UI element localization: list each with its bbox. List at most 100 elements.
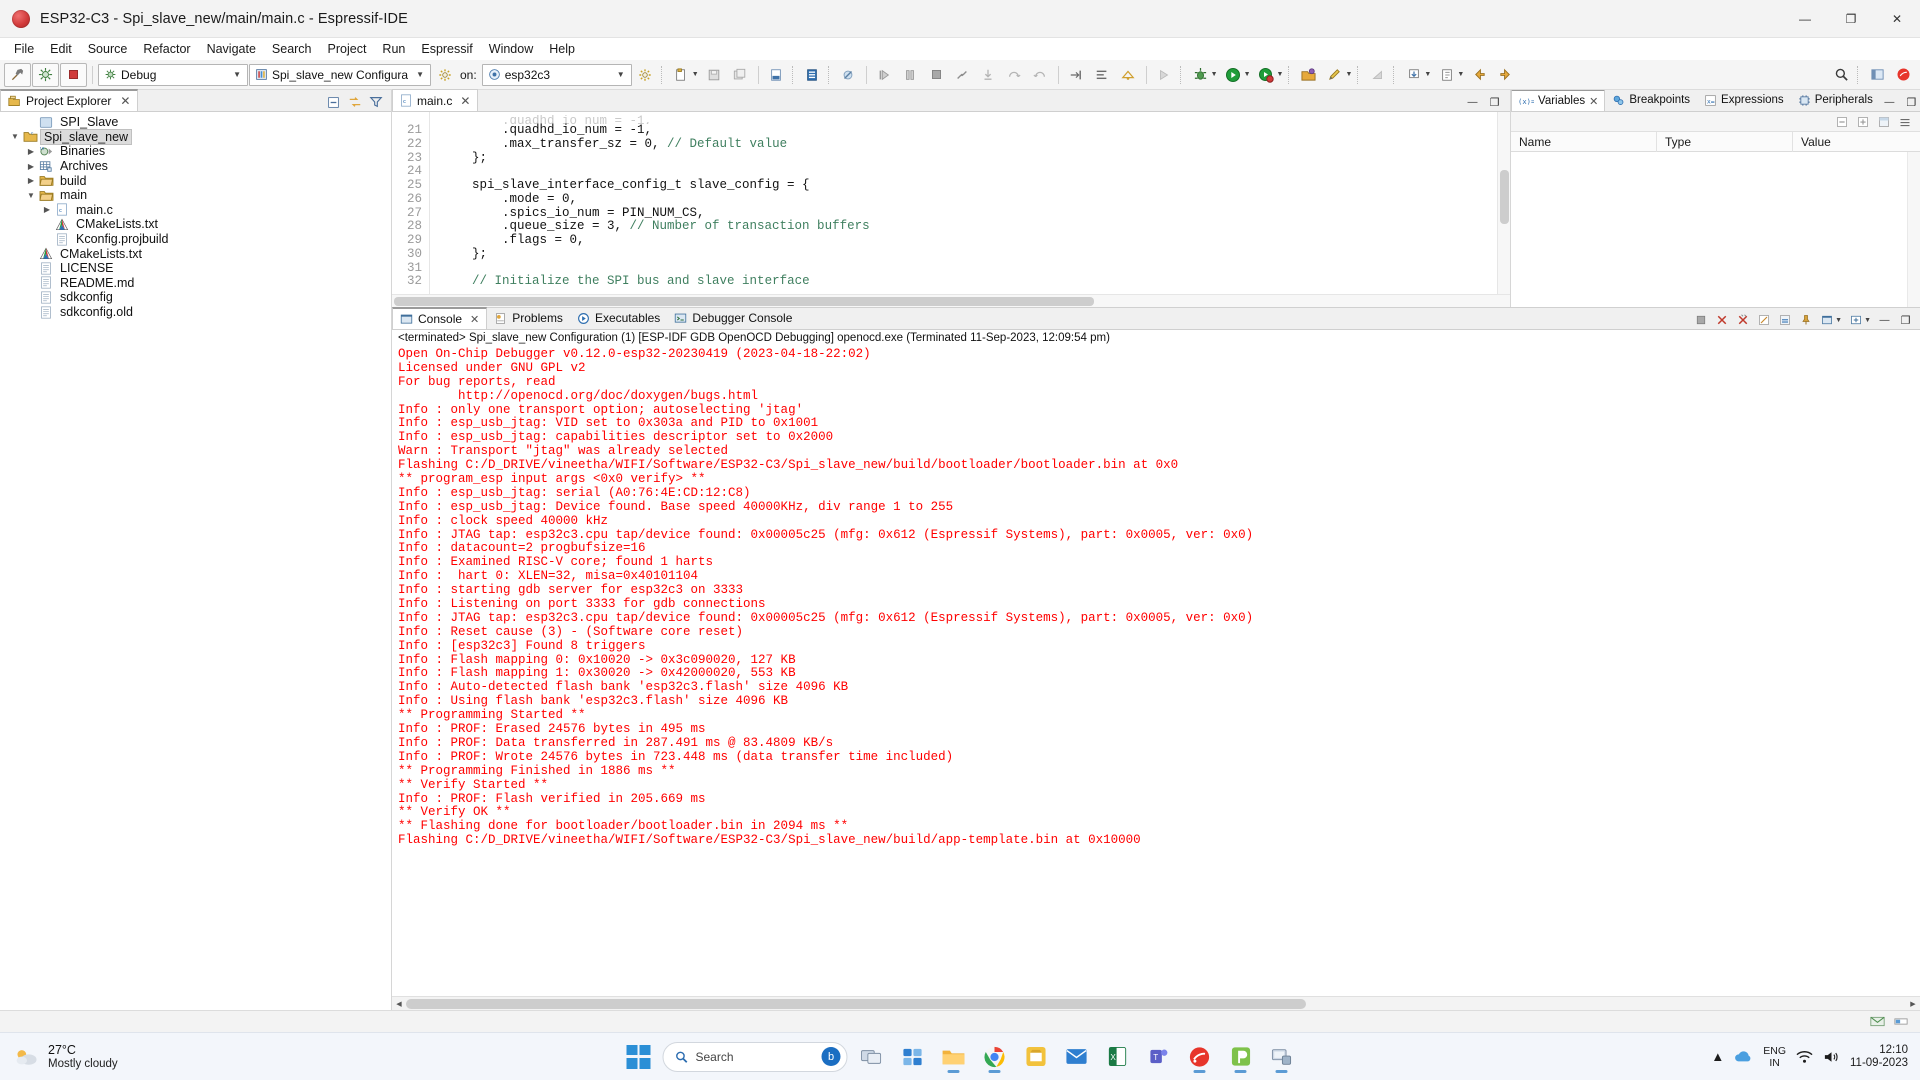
- disconnect-icon[interactable]: [950, 63, 975, 87]
- terminate-console-icon[interactable]: [1691, 311, 1710, 329]
- clear-console-icon[interactable]: [1754, 311, 1773, 329]
- export-icon[interactable]: [1434, 63, 1459, 87]
- code-line[interactable]: .max_transfer_sz = 0, // Default value: [442, 137, 1497, 152]
- project-tree[interactable]: SPI_Slave ▼ c Spi_slave_new ▶ 10 Binaries ▶ Arch…: [0, 112, 391, 1010]
- tree-item-kconfig-projbuild[interactable]: Kconfig.projbuild: [0, 232, 391, 247]
- taskbar-search[interactable]: Search b: [662, 1041, 848, 1072]
- scroll-left-icon[interactable]: ◀: [392, 997, 406, 1011]
- green-app-icon[interactable]: [1224, 1040, 1258, 1074]
- chevron-down-icon[interactable]: ▼: [1277, 71, 1284, 78]
- code-line[interactable]: // Initialize the SPI bus and slave inte…: [442, 274, 1497, 289]
- display-selected-console-icon[interactable]: [1817, 311, 1836, 329]
- chevron-down-icon[interactable]: ▼: [692, 71, 699, 78]
- menu-edit[interactable]: Edit: [42, 40, 80, 58]
- toggle-mark-occurrences-icon[interactable]: [1116, 63, 1141, 87]
- tree-item-cmakelists-txt[interactable]: CMakeLists.txt: [0, 246, 391, 261]
- code-line[interactable]: };: [442, 151, 1497, 166]
- collapse-all-variables-icon[interactable]: [1832, 113, 1851, 131]
- tab-console[interactable]: Console ✕: [392, 307, 488, 329]
- expand-all-variables-icon[interactable]: [1853, 113, 1872, 131]
- chevron-down-icon[interactable]: ▼: [1244, 71, 1251, 78]
- speaker-icon[interactable]: [1823, 1050, 1840, 1064]
- tree-item-sdkconfig-old[interactable]: sdkconfig.old: [0, 305, 391, 320]
- menu-espressif[interactable]: Espressif: [413, 40, 480, 58]
- tree-item-license[interactable]: LICENSE: [0, 261, 391, 276]
- new-wizard-icon[interactable]: [669, 63, 694, 87]
- device-manager-icon[interactable]: [1265, 1040, 1299, 1074]
- chevron-up-icon[interactable]: ▲: [1711, 1049, 1724, 1064]
- editor-maximize-button[interactable]: ❐: [1485, 93, 1504, 111]
- taskbar-clock[interactable]: 12:10 11-09-2023: [1850, 1044, 1908, 1070]
- code-content[interactable]: .quadhd_io_num = -1, .quadhd_io_num = -1…: [430, 112, 1497, 294]
- menu-project[interactable]: Project: [320, 40, 375, 58]
- chevron-down-icon[interactable]: ▼: [8, 132, 22, 141]
- tab-expressions[interactable]: x= Expressions: [1697, 90, 1791, 111]
- chevron-down-icon[interactable]: ▼: [24, 191, 38, 200]
- onedrive-icon[interactable]: [1734, 1050, 1753, 1064]
- stop-debug-icon[interactable]: [924, 63, 949, 87]
- column-type[interactable]: Type: [1657, 131, 1793, 152]
- launch-config-combo[interactable]: Spi_slave_new Configuration (1) ▼: [249, 63, 431, 86]
- status-progress-icon[interactable]: [1891, 1013, 1910, 1031]
- menu-navigate[interactable]: Navigate: [199, 40, 264, 58]
- chevron-down-icon[interactable]: ▼: [613, 70, 629, 79]
- wifi-icon[interactable]: [1796, 1050, 1813, 1064]
- chevron-down-icon[interactable]: ▼: [229, 70, 245, 79]
- build-project-icon[interactable]: [764, 63, 789, 87]
- tree-item-archives[interactable]: ▶ Archives: [0, 159, 391, 174]
- edit-launch-config-gear-icon[interactable]: [432, 63, 457, 87]
- editor-vscroll-thumb[interactable]: [1500, 170, 1509, 224]
- pin-console-icon[interactable]: [1796, 311, 1815, 329]
- chevron-down-icon[interactable]: ▼: [1864, 317, 1871, 324]
- widgets-icon[interactable]: [896, 1040, 930, 1074]
- maximize-button[interactable]: ❐: [1828, 0, 1874, 38]
- tab-problems[interactable]: Problems: [487, 307, 570, 329]
- tab-main-c[interactable]: c main.c ✕: [392, 89, 479, 111]
- tree-item-readme-md[interactable]: README.md: [0, 276, 391, 291]
- tree-item-binaries[interactable]: ▶ 10 Binaries: [0, 144, 391, 159]
- close-icon[interactable]: ✕: [460, 94, 470, 108]
- tab-executables[interactable]: Executables: [570, 307, 667, 329]
- forward-navigation-icon[interactable]: [1493, 63, 1518, 87]
- skip-breakpoints-icon[interactable]: [836, 63, 861, 87]
- debug-config-icon[interactable]: [32, 62, 59, 87]
- chevron-down-icon[interactable]: ▼: [412, 70, 428, 79]
- tab-project-explorer[interactable]: Project Explorer ✕: [0, 89, 139, 111]
- teams-icon[interactable]: T: [1142, 1040, 1176, 1074]
- code-line[interactable]: [442, 262, 1497, 276]
- remove-all-terminated-icon[interactable]: [1733, 311, 1752, 329]
- chevron-down-icon[interactable]: ▼: [1457, 71, 1464, 78]
- remove-launch-icon[interactable]: [1712, 311, 1731, 329]
- chevron-right-icon[interactable]: ▶: [24, 176, 38, 185]
- code-area[interactable]: 21 22 23 24 25 26 27 28 29 30 31 32 .quadhd_io_num …: [392, 112, 1510, 294]
- variables-view-menu-icon[interactable]: [1895, 113, 1914, 131]
- menu-search[interactable]: Search: [264, 40, 320, 58]
- copilot-icon[interactable]: b: [821, 1047, 841, 1066]
- code-line[interactable]: .mode = 0,: [442, 192, 1497, 207]
- espressif-ide-icon[interactable]: [1183, 1040, 1217, 1074]
- run-launch-icon[interactable]: [1221, 63, 1246, 87]
- resume-icon[interactable]: [872, 63, 897, 87]
- menu-source[interactable]: Source: [80, 40, 136, 58]
- menu-file[interactable]: File: [6, 40, 42, 58]
- next-annotation-icon[interactable]: [1064, 63, 1089, 87]
- minimize-button[interactable]: —: [1782, 0, 1828, 38]
- chevron-down-icon[interactable]: ▼: [1345, 71, 1352, 78]
- console-maximize-button[interactable]: ❐: [1896, 311, 1915, 329]
- task-view-icon[interactable]: [855, 1040, 889, 1074]
- tree-item-spi-slave[interactable]: SPI_Slave: [0, 115, 391, 130]
- editor-horizontal-scrollbar[interactable]: [392, 294, 1510, 307]
- chevron-down-icon[interactable]: ▼: [1211, 71, 1218, 78]
- status-notification-icon[interactable]: [1868, 1013, 1887, 1031]
- excel-icon[interactable]: X: [1101, 1040, 1135, 1074]
- menu-refactor[interactable]: Refactor: [135, 40, 198, 58]
- chevron-down-icon[interactable]: ▼: [1835, 317, 1842, 324]
- tree-item-build[interactable]: ▶ build: [0, 173, 391, 188]
- close-icon[interactable]: ✕: [1589, 95, 1598, 108]
- back-navigation-icon[interactable]: [1467, 63, 1492, 87]
- build-hammer-icon[interactable]: [4, 62, 31, 87]
- last-edit-location-icon[interactable]: [1090, 63, 1115, 87]
- close-icon[interactable]: ✕: [120, 94, 130, 108]
- view-menu-filter-icon[interactable]: [366, 93, 385, 111]
- search-toolbar-icon[interactable]: [1829, 63, 1854, 87]
